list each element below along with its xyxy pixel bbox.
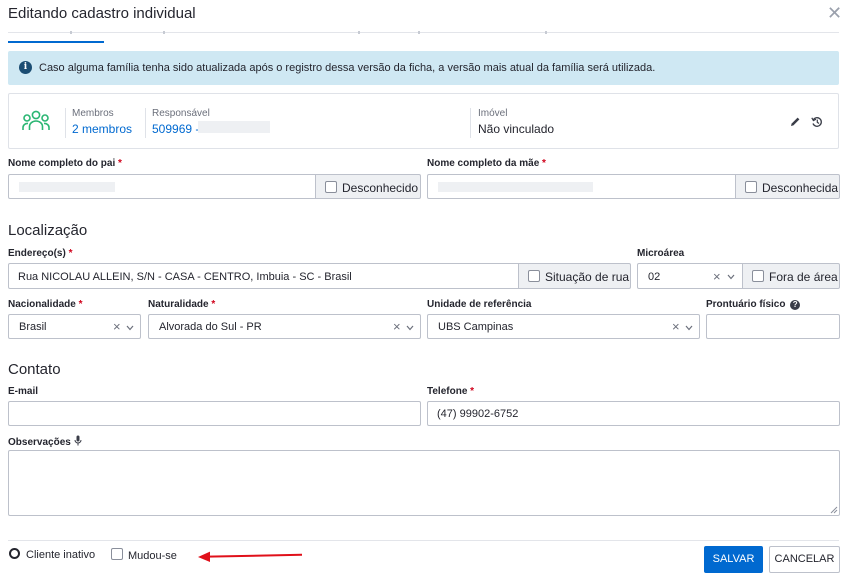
notes-textarea[interactable] [8,450,840,516]
mother-unknown-label: Desconhecida [762,181,839,195]
annotation-arrow-icon [198,551,303,562]
out-of-area-label: Fora de área [769,270,838,284]
chevron-down-icon[interactable] [126,325,134,331]
checkbox-icon[interactable] [528,270,540,282]
property-value: Não vinculado [478,122,555,136]
birthplace-label: Naturalidade * [148,299,216,310]
checkbox-icon[interactable] [325,181,337,193]
address-input[interactable]: Rua NICOLAU ALLEIN, S/N - CASA - CENTRO,… [8,263,519,289]
save-button[interactable]: SALVAR [704,546,763,573]
street-situation-checkbox[interactable]: Situação de rua [518,263,631,289]
inactive-client-label: Cliente inativo [26,549,96,561]
divider [470,108,471,138]
responsible-label: Responsável [152,108,210,119]
checkbox-icon[interactable] [752,270,764,282]
email-label: E-mail [8,386,39,397]
property-label: Imóvel [478,108,508,119]
nationality-select[interactable]: Brasil × [8,314,141,339]
contact-section-title: Contato [8,361,61,378]
family-members-icon [22,110,50,130]
birthplace-select[interactable]: Alvorada do Sul - PR × [148,314,421,339]
nationality-label: Nacionalidade * [8,299,83,310]
father-name-label: Nome completo do pai * [8,158,122,169]
chevron-down-icon[interactable] [685,325,693,331]
tab-fragment [358,31,360,34]
redacted-name [198,121,270,133]
notes-label: Observações [8,435,82,448]
mother-name-input[interactable] [427,174,736,199]
history-icon[interactable] [811,116,823,128]
close-icon[interactable]: ✕ [827,3,842,24]
chevron-down-icon[interactable] [406,325,414,331]
tab-fragment [163,31,165,34]
physical-record-label: Prontuário físico ? [706,299,801,310]
microarea-label: Microárea [637,248,685,259]
father-unknown-checkbox[interactable]: Desconhecido [315,174,421,199]
reference-unit-select[interactable]: UBS Campinas × [427,314,700,339]
modal-title: Editando cadastro individual [8,5,196,22]
members-link[interactable]: 2 membros [72,122,132,136]
help-icon[interactable]: ? [790,300,801,310]
clear-icon[interactable]: × [113,319,121,334]
birthplace-value: Alvorada do Sul - PR [159,321,262,333]
info-alert: i Caso alguma família tenha sido atualiz… [8,51,839,85]
members-label: Membros [72,108,114,119]
email-input[interactable] [8,401,421,426]
location-section-title: Localização [8,222,88,239]
checkbox-icon[interactable] [111,548,123,560]
family-card: Membros 2 membros Responsável 509969 - I… [8,93,839,149]
footer-divider [8,540,839,541]
nationality-value: Brasil [19,321,47,333]
checkbox-icon[interactable] [745,181,757,193]
tab-fragment [545,31,547,34]
physical-record-input[interactable] [706,314,840,339]
clear-icon[interactable]: × [713,269,721,284]
mother-unknown-checkbox[interactable]: Desconhecida [735,174,840,199]
father-unknown-label: Desconhecido [342,181,419,195]
moved-option[interactable]: Mudou-se [111,548,177,562]
radio-icon[interactable] [9,548,20,559]
tab-fragment [418,31,420,34]
alert-text: Caso alguma família tenha sido atualizad… [39,62,656,74]
phone-input[interactable]: (47) 99902-6752 [427,401,840,426]
address-value: Rua NICOLAU ALLEIN, S/N - CASA - CENTRO,… [18,271,352,283]
divider [65,108,66,138]
tab-bar [8,32,839,33]
mother-name-label: Nome completo da mãe * [427,158,546,169]
clear-icon[interactable]: × [393,319,401,334]
phone-label: Telefone * [427,386,475,397]
redacted-father-name [19,182,115,192]
chevron-down-icon[interactable] [727,274,735,280]
phone-value: (47) 99902-6752 [437,408,519,420]
microarea-select[interactable]: 02 × [637,263,743,289]
father-name-input[interactable] [8,174,316,199]
tab-active-indicator[interactable] [8,41,104,43]
cancel-button[interactable]: CANCELAR [769,546,840,573]
inactive-client-option[interactable]: Cliente inativo [9,548,95,561]
divider [145,108,146,138]
out-of-area-checkbox[interactable]: Fora de área [742,263,840,289]
responsible-link[interactable]: 509969 - [152,122,199,136]
address-label: Endereço(s) * [8,248,73,259]
street-situation-label: Situação de rua [545,270,630,284]
redacted-mother-name [438,182,593,192]
clear-icon[interactable]: × [672,319,680,334]
tab-fragment [70,31,72,34]
reference-unit-value: UBS Campinas [438,321,514,333]
edit-pencil-icon[interactable] [790,116,801,127]
resize-handle-icon[interactable] [830,506,838,514]
info-icon: i [19,61,32,74]
microphone-icon[interactable] [74,435,82,446]
moved-label: Mudou-se [128,550,177,562]
reference-unit-label: Unidade de referência [427,299,532,310]
microarea-value: 02 [648,271,661,283]
